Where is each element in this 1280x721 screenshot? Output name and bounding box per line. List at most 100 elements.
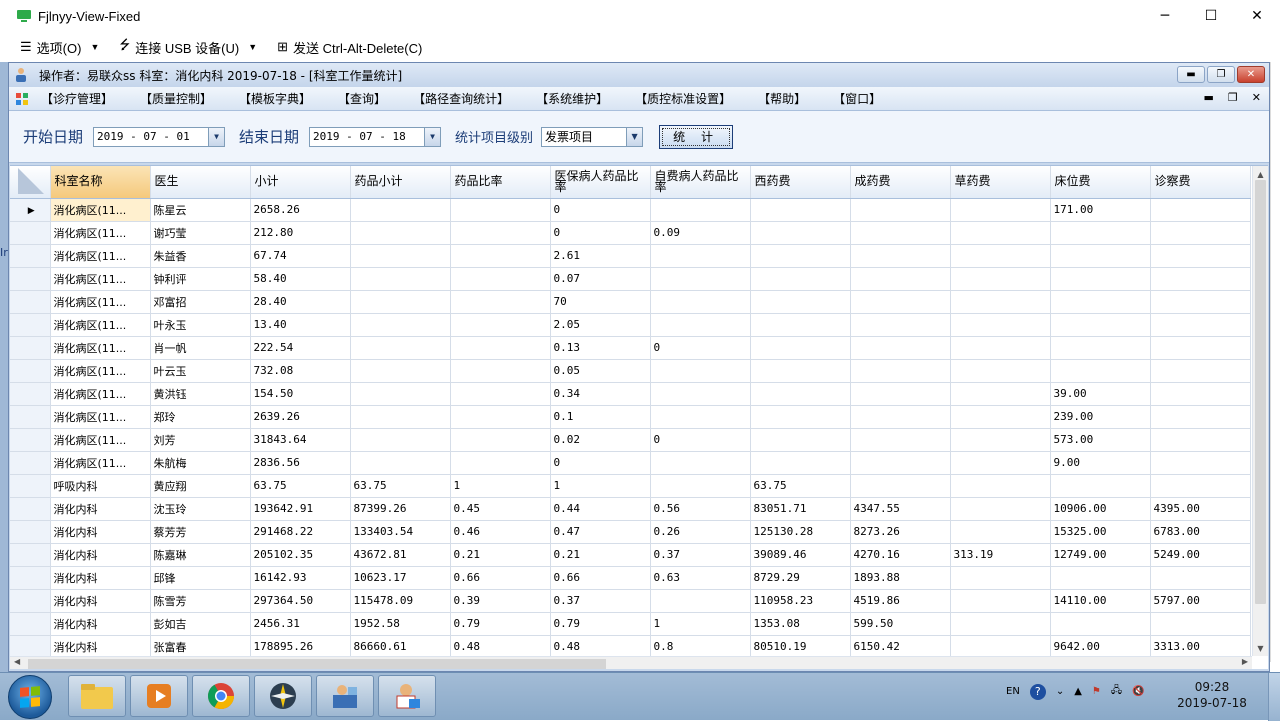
ime-options-icon[interactable]: ⌄: [1056, 686, 1064, 697]
table-cell[interactable]: 2456.31: [250, 612, 351, 636]
table-cell[interactable]: 0.63: [650, 566, 751, 590]
table-cell[interactable]: 115478.09: [350, 589, 451, 613]
table-cell[interactable]: 12749.00: [1050, 543, 1151, 567]
table-cell[interactable]: 郑玲: [150, 405, 251, 429]
table-cell[interactable]: 消化病区(11...: [50, 290, 151, 314]
table-cell[interactable]: 消化病区(11...: [50, 244, 151, 268]
table-cell[interactable]: [950, 635, 1051, 659]
table-cell[interactable]: 消化病区(11...: [50, 313, 151, 337]
table-cell[interactable]: 邓富招: [150, 290, 251, 314]
send-cad-button[interactable]: ⊞ 发送 Ctrl-Alt-Delete(C): [277, 38, 422, 57]
taskbar-media-player[interactable]: [130, 675, 188, 717]
clock[interactable]: 09:28 2019-07-18: [1172, 679, 1252, 711]
table-cell[interactable]: [1150, 244, 1251, 268]
table-cell[interactable]: [450, 244, 551, 268]
table-cell[interactable]: [750, 290, 851, 314]
table-cell[interactable]: 87399.26: [350, 497, 451, 521]
table-cell[interactable]: [450, 359, 551, 383]
table-cell[interactable]: 0.21: [450, 543, 551, 567]
chevron-down-icon[interactable]: ▼: [208, 127, 225, 146]
table-cell[interactable]: 15325.00: [1050, 520, 1151, 544]
table-cell[interactable]: [1050, 244, 1151, 268]
table-cell[interactable]: [450, 382, 551, 406]
table-cell[interactable]: [1150, 359, 1251, 383]
table-cell[interactable]: 0: [550, 198, 651, 222]
table-cell[interactable]: [950, 267, 1051, 291]
table-cell[interactable]: 239.00: [1050, 405, 1151, 429]
table-cell[interactable]: 3313.00: [1150, 635, 1251, 659]
table-cell[interactable]: [1150, 267, 1251, 291]
start-button[interactable]: [8, 675, 52, 719]
table-cell[interactable]: [350, 359, 451, 383]
table-cell[interactable]: [350, 428, 451, 452]
table-cell[interactable]: 110958.23: [750, 589, 851, 613]
table-cell[interactable]: [450, 313, 551, 337]
menu-item[interactable]: 【帮助】: [758, 90, 806, 107]
table-cell[interactable]: [1050, 221, 1151, 245]
table-cell[interactable]: 0.46: [450, 520, 551, 544]
table-row[interactable]: 消化病区(11... 朱益香 67.74 2.61: [10, 244, 1251, 268]
table-cell[interactable]: [850, 382, 951, 406]
table-cell[interactable]: 80510.19: [750, 635, 851, 659]
menu-item[interactable]: 【路径查询统计】: [413, 90, 509, 107]
table-row[interactable]: 消化内科 张富春 178895.26 86660.61 0.48 0.48 0.8 80510…: [10, 635, 1251, 659]
table-cell[interactable]: [950, 290, 1051, 314]
table-cell[interactable]: 5797.00: [1150, 589, 1251, 613]
table-cell[interactable]: 1: [450, 474, 551, 498]
table-cell[interactable]: 陈嘉琳: [150, 543, 251, 567]
table-cell[interactable]: 178895.26: [250, 635, 351, 659]
table-cell[interactable]: [650, 405, 751, 429]
table-cell[interactable]: 0.66: [550, 566, 651, 590]
table-cell[interactable]: [1050, 290, 1151, 314]
table-cell[interactable]: 10906.00: [1050, 497, 1151, 521]
table-cell[interactable]: [950, 244, 1051, 268]
row-header[interactable]: [10, 244, 51, 268]
table-cell[interactable]: [350, 267, 451, 291]
table-cell[interactable]: [450, 405, 551, 429]
menu-item[interactable]: 【质量控制】: [140, 90, 212, 107]
table-cell[interactable]: 13.40: [250, 313, 351, 337]
table-cell[interactable]: [750, 359, 851, 383]
table-cell[interactable]: 0.66: [450, 566, 551, 590]
table-row[interactable]: 消化内科 彭如吉 2456.31 1952.58 0.79 0.79 1 1353.08 599…: [10, 612, 1251, 636]
table-cell[interactable]: [1050, 267, 1151, 291]
table-cell[interactable]: [1050, 566, 1151, 590]
table-cell[interactable]: 邱锋: [150, 566, 251, 590]
table-cell[interactable]: 刘芳: [150, 428, 251, 452]
grid-corner[interactable]: [10, 166, 51, 199]
table-row[interactable]: 消化病区(11... 谢巧莹 212.80 0 0.09: [10, 221, 1251, 245]
table-cell[interactable]: [1150, 474, 1251, 498]
table-cell[interactable]: 0.1: [550, 405, 651, 429]
table-cell[interactable]: 313.19: [950, 543, 1051, 567]
table-cell[interactable]: 1353.08: [750, 612, 851, 636]
table-cell[interactable]: [750, 198, 851, 222]
table-cell[interactable]: [450, 428, 551, 452]
help-icon[interactable]: ?: [1029, 683, 1046, 700]
table-cell[interactable]: [350, 198, 451, 222]
table-cell[interactable]: [750, 405, 851, 429]
table-cell[interactable]: 63.75: [250, 474, 351, 498]
column-header[interactable]: 医生: [150, 166, 251, 199]
table-cell[interactable]: [950, 198, 1051, 222]
table-cell[interactable]: 彭如吉: [150, 612, 251, 636]
table-cell[interactable]: [850, 428, 951, 452]
table-cell[interactable]: 6150.42: [850, 635, 951, 659]
table-cell[interactable]: 0: [550, 451, 651, 475]
column-header[interactable]: 药品小计: [350, 166, 451, 199]
table-cell[interactable]: [750, 451, 851, 475]
table-cell[interactable]: 297364.50: [250, 589, 351, 613]
table-cell[interactable]: 39.00: [1050, 382, 1151, 406]
show-desktop-button[interactable]: [1268, 673, 1280, 721]
table-cell[interactable]: [650, 474, 751, 498]
table-cell[interactable]: 消化病区(11...: [50, 198, 151, 222]
table-cell[interactable]: [1150, 451, 1251, 475]
taskbar-explorer[interactable]: [68, 675, 126, 717]
table-cell[interactable]: 消化病区(11...: [50, 221, 151, 245]
table-cell[interactable]: [450, 451, 551, 475]
table-cell[interactable]: [950, 520, 1051, 544]
volume-muted-icon[interactable]: 🔇: [1132, 686, 1144, 697]
end-date-picker[interactable]: 2019 - 07 - 18 ▼: [309, 126, 442, 147]
column-header[interactable]: 自费病人药品比率: [650, 166, 751, 199]
table-cell[interactable]: 0.26: [650, 520, 751, 544]
table-cell[interactable]: 9.00: [1050, 451, 1151, 475]
